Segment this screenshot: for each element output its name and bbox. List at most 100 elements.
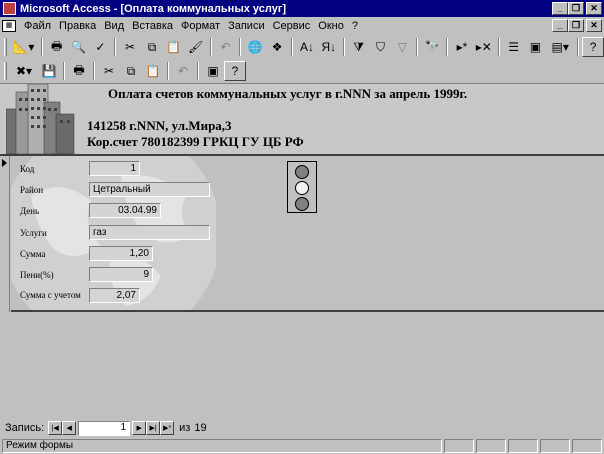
toolbar-separator bbox=[167, 62, 169, 80]
new-record-nav-button[interactable]: ▶* bbox=[160, 421, 175, 435]
spelling-icon[interactable]: ✓ bbox=[89, 37, 111, 57]
new-object-icon[interactable]: ▤▾ bbox=[546, 37, 574, 57]
properties-icon[interactable]: ☰ bbox=[503, 37, 525, 57]
form-document-icon[interactable]: ▦ bbox=[2, 20, 16, 32]
menu-view[interactable]: Вид bbox=[100, 20, 128, 32]
filter-by-selection-icon[interactable]: ⧩ bbox=[348, 37, 370, 57]
access-app-icon[interactable] bbox=[3, 2, 16, 15]
traffic-light-green bbox=[295, 197, 309, 211]
cut-icon[interactable]: ✂ bbox=[119, 37, 141, 57]
menu-file[interactable]: Файл bbox=[20, 20, 55, 32]
new-record-icon[interactable]: ▸* bbox=[451, 37, 473, 57]
database-window-icon[interactable]: ▣ bbox=[202, 61, 224, 81]
doc-minimize-button[interactable]: _ bbox=[552, 19, 568, 32]
kod-field[interactable]: 1 bbox=[89, 161, 140, 176]
status-panel bbox=[508, 438, 538, 453]
minimize-button[interactable]: _ bbox=[552, 2, 568, 15]
toolbar-separator bbox=[577, 38, 580, 56]
toolbar-grip[interactable] bbox=[4, 62, 7, 80]
peni-label: Пени(%) bbox=[20, 270, 54, 280]
menu-insert[interactable]: Вставка bbox=[128, 20, 177, 32]
undo-icon[interactable]: ↶ bbox=[215, 37, 237, 57]
database-window-icon[interactable]: ▣ bbox=[525, 37, 547, 57]
menu-help[interactable]: ? bbox=[348, 20, 362, 32]
print-icon[interactable]: 🖶 bbox=[68, 61, 90, 81]
rayon-label: Район bbox=[20, 185, 44, 195]
den-label: День bbox=[20, 206, 40, 216]
rayon-field[interactable]: Цетральный bbox=[89, 182, 210, 197]
delete-icon[interactable]: ✖▾ bbox=[10, 61, 38, 81]
summa-field[interactable]: 1,20 bbox=[89, 246, 153, 261]
status-text: Режим формы bbox=[2, 438, 442, 453]
save-icon[interactable]: 💾 bbox=[38, 61, 60, 81]
web-toolbar-icon[interactable]: ❖ bbox=[266, 37, 288, 57]
sort-ascending-icon[interactable]: A↓ bbox=[296, 37, 318, 57]
doc-restore-button[interactable]: ❐ bbox=[568, 19, 584, 32]
record-label: Запись: bbox=[5, 422, 45, 434]
city-buildings-logo bbox=[6, 84, 75, 154]
peni-field[interactable]: 9 bbox=[89, 267, 153, 282]
menu-tools[interactable]: Сервис bbox=[269, 20, 315, 32]
window-title: Microsoft Access - [Оплата коммунальных … bbox=[20, 2, 287, 15]
record-navigation-bar: Запись: |◀ ◀ 1 ▶ ▶| ▶* из 19 bbox=[0, 419, 604, 437]
toolbar-grip[interactable] bbox=[4, 38, 7, 56]
paste-icon[interactable]: 📋 bbox=[163, 37, 185, 57]
toolbar-separator bbox=[239, 38, 242, 56]
previous-record-button[interactable]: ◀ bbox=[62, 421, 77, 435]
copy-icon[interactable]: ⧉ bbox=[141, 37, 163, 57]
toolbar-separator bbox=[197, 62, 199, 80]
form-window: Оплата счетов коммунальных услуг в г.NNN… bbox=[0, 83, 604, 437]
menu-window[interactable]: Окно bbox=[314, 20, 348, 32]
traffic-light-red bbox=[295, 165, 309, 179]
menu-edit[interactable]: Правка bbox=[55, 20, 100, 32]
current-record-arrow-icon bbox=[2, 159, 7, 167]
cut-icon[interactable]: ✂ bbox=[98, 61, 120, 81]
form-header-address: 141258 г.NNN, ул.Мира,3 bbox=[87, 118, 232, 133]
insert-hyperlink-icon[interactable]: 🌐 bbox=[244, 37, 266, 57]
find-icon[interactable]: 🔭 bbox=[421, 37, 443, 57]
help-icon[interactable]: ? bbox=[582, 37, 604, 57]
close-button[interactable]: ✕ bbox=[586, 2, 602, 15]
record-selector[interactable] bbox=[0, 156, 10, 312]
uslugi-field[interactable]: газ bbox=[89, 225, 210, 240]
view-design-icon[interactable]: 📐▾ bbox=[10, 37, 38, 57]
filter-by-form-icon[interactable]: ⛉ bbox=[370, 37, 392, 57]
first-record-button[interactable]: |◀ bbox=[48, 421, 63, 435]
traffic-light-yellow bbox=[295, 181, 309, 195]
undo-icon[interactable]: ↶ bbox=[172, 61, 194, 81]
menu-bar: ▦ Файл Правка Вид Вставка Формат Записи … bbox=[0, 17, 604, 35]
help-icon[interactable]: ? bbox=[224, 61, 246, 81]
toolbar-separator bbox=[342, 38, 345, 56]
print-icon[interactable]: 🖶 bbox=[46, 37, 68, 57]
doc-close-button[interactable]: ✕ bbox=[586, 19, 602, 32]
menu-records[interactable]: Записи bbox=[224, 20, 269, 32]
kod-label: Код bbox=[20, 164, 35, 174]
status-panel bbox=[476, 438, 506, 453]
title-bar: Microsoft Access - [Оплата коммунальных … bbox=[0, 0, 604, 17]
format-painter-icon[interactable]: 🖌 bbox=[185, 37, 207, 57]
summa-label: Сумма bbox=[20, 249, 46, 259]
den-field[interactable]: 03.04.99 bbox=[89, 203, 161, 218]
apply-filter-icon[interactable]: ▽ bbox=[391, 37, 413, 57]
record-number-input[interactable]: 1 bbox=[78, 420, 131, 436]
form-header-account: Кор.счет 780182399 ГРКЦ ГУ ЦБ РФ bbox=[87, 134, 304, 149]
status-panel bbox=[540, 438, 570, 453]
form-header-title: Оплата счетов коммунальных услуг в г.NNN… bbox=[108, 86, 468, 101]
copy-icon[interactable]: ⧉ bbox=[120, 61, 142, 81]
paste-icon[interactable]: 📋 bbox=[142, 61, 164, 81]
form-detail: Код 1 Район Цетральный День 03.04.99 Усл… bbox=[11, 156, 604, 312]
last-record-button[interactable]: ▶| bbox=[146, 421, 161, 435]
menu-format[interactable]: Формат bbox=[177, 20, 224, 32]
summa-uchet-label: Сумма с учетом bbox=[20, 290, 81, 300]
form-header: Оплата счетов коммунальных услуг в г.NNN… bbox=[0, 84, 604, 156]
toolbar-separator bbox=[40, 38, 43, 56]
next-record-button[interactable]: ▶ bbox=[132, 421, 147, 435]
sort-descending-icon[interactable]: Я↓ bbox=[318, 37, 340, 57]
delete-record-icon[interactable]: ▸✕ bbox=[473, 37, 495, 57]
print-preview-icon[interactable]: 🔍 bbox=[68, 37, 90, 57]
secondary-toolbar: ✖▾ 💾 🖶 ✂ ⧉ 📋 ↶ ▣ ? bbox=[0, 59, 604, 83]
summa-uchet-field[interactable]: 2,07 bbox=[89, 288, 140, 303]
toolbar-separator bbox=[114, 38, 117, 56]
toolbar-separator bbox=[291, 38, 294, 56]
restore-button[interactable]: ❐ bbox=[568, 2, 584, 15]
